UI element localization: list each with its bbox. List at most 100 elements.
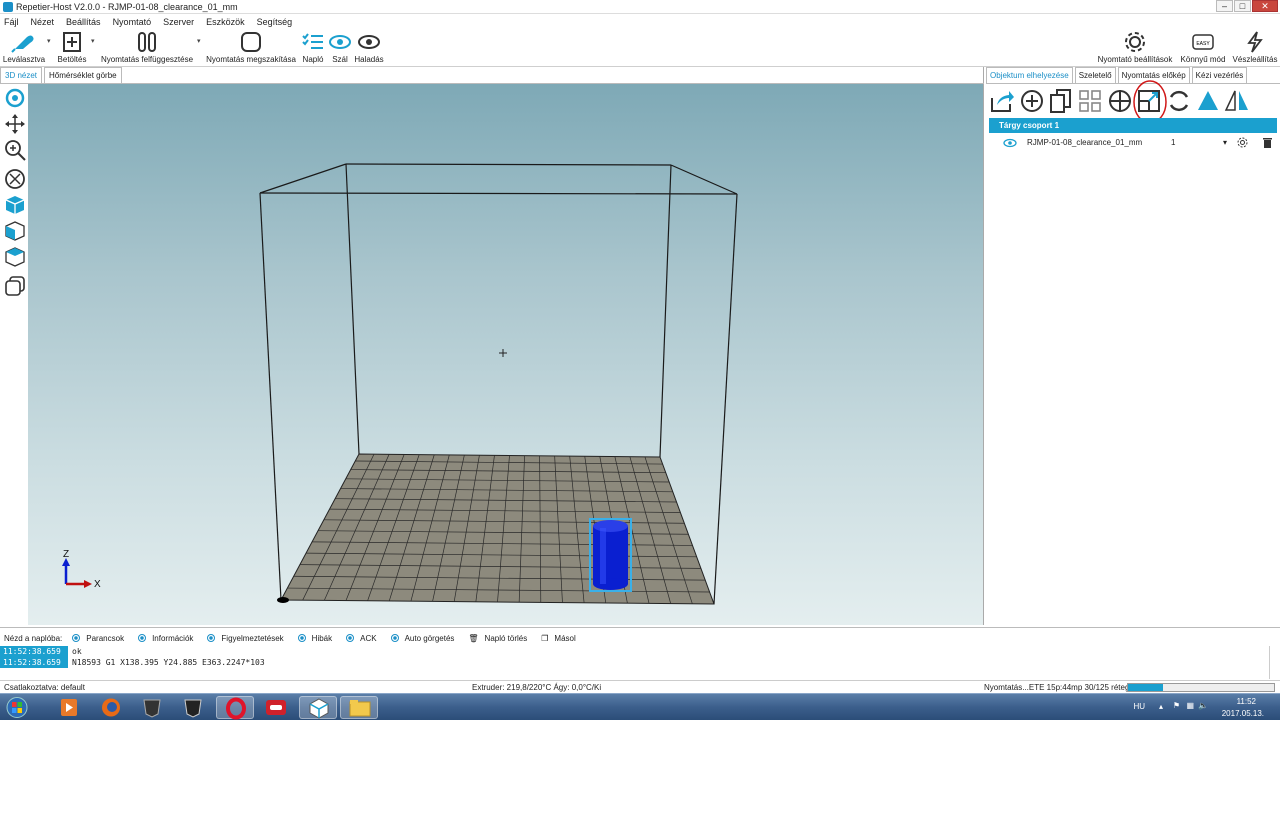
filter-errors[interactable]: Hibák [297,634,332,643]
top-view-icon[interactable] [4,246,26,268]
emergency-stop-button[interactable]: Vészleállítás [1232,29,1278,66]
file-explorer-icon[interactable] [340,696,378,719]
tab-manual-control[interactable]: Kézi vezérlés [1191,67,1248,83]
volume-icon[interactable]: 🔈 [1198,701,1208,710]
world-of-tanks-icon[interactable] [133,696,171,719]
object-count-value: 1 [1171,138,1176,147]
easy-mode-button[interactable]: EASY Könnyű mód [1179,29,1227,66]
world-of-warships-icon[interactable] [174,696,212,719]
menu-bar: Fájl Nézet Beállítás Nyomtató Szerver Es… [0,15,1280,29]
menu-server[interactable]: Szerver [163,17,194,27]
start-button[interactable] [2,696,34,719]
copy-icon: ❐ [541,633,549,643]
add-object-icon[interactable] [1019,88,1045,114]
front-view-icon[interactable] [4,194,26,216]
menu-help[interactable]: Segítség [257,17,293,27]
connection-status: Csatlakoztatva: default [4,683,85,692]
fit-view-icon[interactable] [4,168,26,190]
pause-print-button[interactable]: Nyomtatás felfüggesztése [100,29,194,66]
load-button[interactable]: Betöltés [56,29,88,66]
stop-icon [241,32,261,52]
menu-printer[interactable]: Nyomtató [113,17,152,27]
print-progress-bar [1127,683,1275,692]
menu-view[interactable]: Nézet [31,17,55,27]
printer-scene[interactable]: Z X [28,84,983,625]
pause-dropdown-arrow[interactable]: ▾ [197,37,204,57]
menu-tools[interactable]: Eszközök [206,17,245,27]
media-player-icon[interactable] [50,696,88,719]
disconnect-dropdown-arrow[interactable]: ▾ [47,37,54,57]
log-scrollbar[interactable] [1269,646,1280,679]
copy-object-icon[interactable] [1048,88,1074,114]
object-row[interactable]: RJMP-01-08_clearance_01_mm 1 ▾ [989,134,1277,151]
filter-ack[interactable]: ACK [346,634,377,643]
copy-log-button[interactable]: ❐ Másol [541,634,576,643]
maximize-button[interactable]: □ [1234,0,1251,12]
language-indicator[interactable]: HU [1133,702,1145,711]
move-view-icon[interactable] [4,113,26,135]
tab-slicer[interactable]: Szeletelő [1074,67,1116,83]
load-dropdown-arrow[interactable]: ▾ [91,37,98,57]
windows-logo-icon [6,697,28,718]
windows-taskbar: HU ▴ ⚑ ▦ 🔈 11:52 2017.05.13. [0,693,1280,720]
radio-icon [390,634,399,642]
object-group-header[interactable]: Tárgy csoport 1 [989,118,1277,133]
center-object-icon[interactable] [1107,88,1133,114]
trash-icon[interactable] [1262,137,1273,148]
autoposition-icon[interactable] [1077,88,1103,114]
radio-icon [138,634,147,642]
tab-3d-view[interactable]: 3D nézet [0,67,43,83]
log-toggle-button[interactable]: Napló [299,29,327,66]
zoom-icon[interactable] [4,139,26,161]
stop-print-button[interactable]: Nyomtatás megszakítása [206,29,296,66]
filter-warnings[interactable]: Figyelmeztetések [207,634,284,643]
object-toolbar [986,80,1280,124]
pause-icon [138,32,156,52]
side-view-icon[interactable] [4,220,26,242]
log-panel: Nézd a naplóba: Parancsok Információk Fi… [0,627,1280,679]
3d-viewport[interactable]: Z X [28,84,983,625]
object-settings-gear-icon[interactable] [1237,137,1248,148]
tab-temperature-curve[interactable]: Hőmérséklet görbe [44,67,122,83]
radio-icon [72,634,81,642]
title-bar: Repetier-Host V2.0.0 - RJMP-01-08_cleara… [0,0,1280,14]
filter-commands[interactable]: Parancsok [72,634,124,643]
printer-settings-button[interactable]: Nyomtató beállítások [1097,29,1173,66]
copy-objects-icon[interactable] [4,275,26,297]
visibility-eye-icon[interactable] [1003,138,1017,148]
disconnect-button[interactable]: Leválasztva [2,29,46,66]
tab-object-placement[interactable]: Objektum elhelyezése [986,67,1073,83]
close-button[interactable]: ✕ [1252,0,1278,12]
repetier-host-icon[interactable] [299,696,337,719]
travel-toggle-button[interactable]: Haladás [354,29,384,66]
clock-date[interactable]: 2017.05.13. [1222,709,1264,718]
clock-time[interactable]: 11:52 [1237,697,1256,706]
flag-icon[interactable]: ⚑ [1173,701,1180,710]
rotate-object-icon[interactable] [1166,88,1192,114]
rotate-view-icon[interactable] [4,87,26,109]
log-label: Nézd a naplóba: [4,633,63,643]
crosshair-cursor [499,349,507,357]
minimize-button[interactable]: – [1216,0,1233,12]
object-name: RJMP-01-08_clearance_01_mm [1027,138,1143,147]
tray-expand-icon[interactable]: ▴ [1159,702,1163,711]
firefox-icon[interactable] [92,696,130,719]
opera-icon[interactable] [216,696,254,720]
network-icon[interactable]: ▦ [1186,701,1194,710]
menu-file[interactable]: Fájl [4,17,19,27]
gamepad-app-icon[interactable] [257,696,295,719]
log-line: 11:52:38.659 ok [0,646,1268,657]
cylinder-object[interactable] [589,518,632,592]
menu-settings[interactable]: Beállítás [66,17,101,27]
filter-info[interactable]: Információk [138,634,193,643]
object-count-select[interactable]: 1 ▾ [1167,138,1227,147]
app-icon [3,1,13,12]
app-window: Repetier-Host V2.0.0 - RJMP-01-08_cleara… [0,0,1280,720]
filament-toggle-button[interactable]: Szál [328,29,352,66]
clear-log-button[interactable]: 🗑 Napló törlés [468,634,527,643]
filter-autoscroll[interactable]: Auto görgetés [390,634,454,643]
z-axis-label: Z [63,549,69,560]
export-icon[interactable] [989,88,1015,114]
mirror-object-icon[interactable] [1224,88,1250,114]
cut-object-icon[interactable] [1195,88,1221,114]
